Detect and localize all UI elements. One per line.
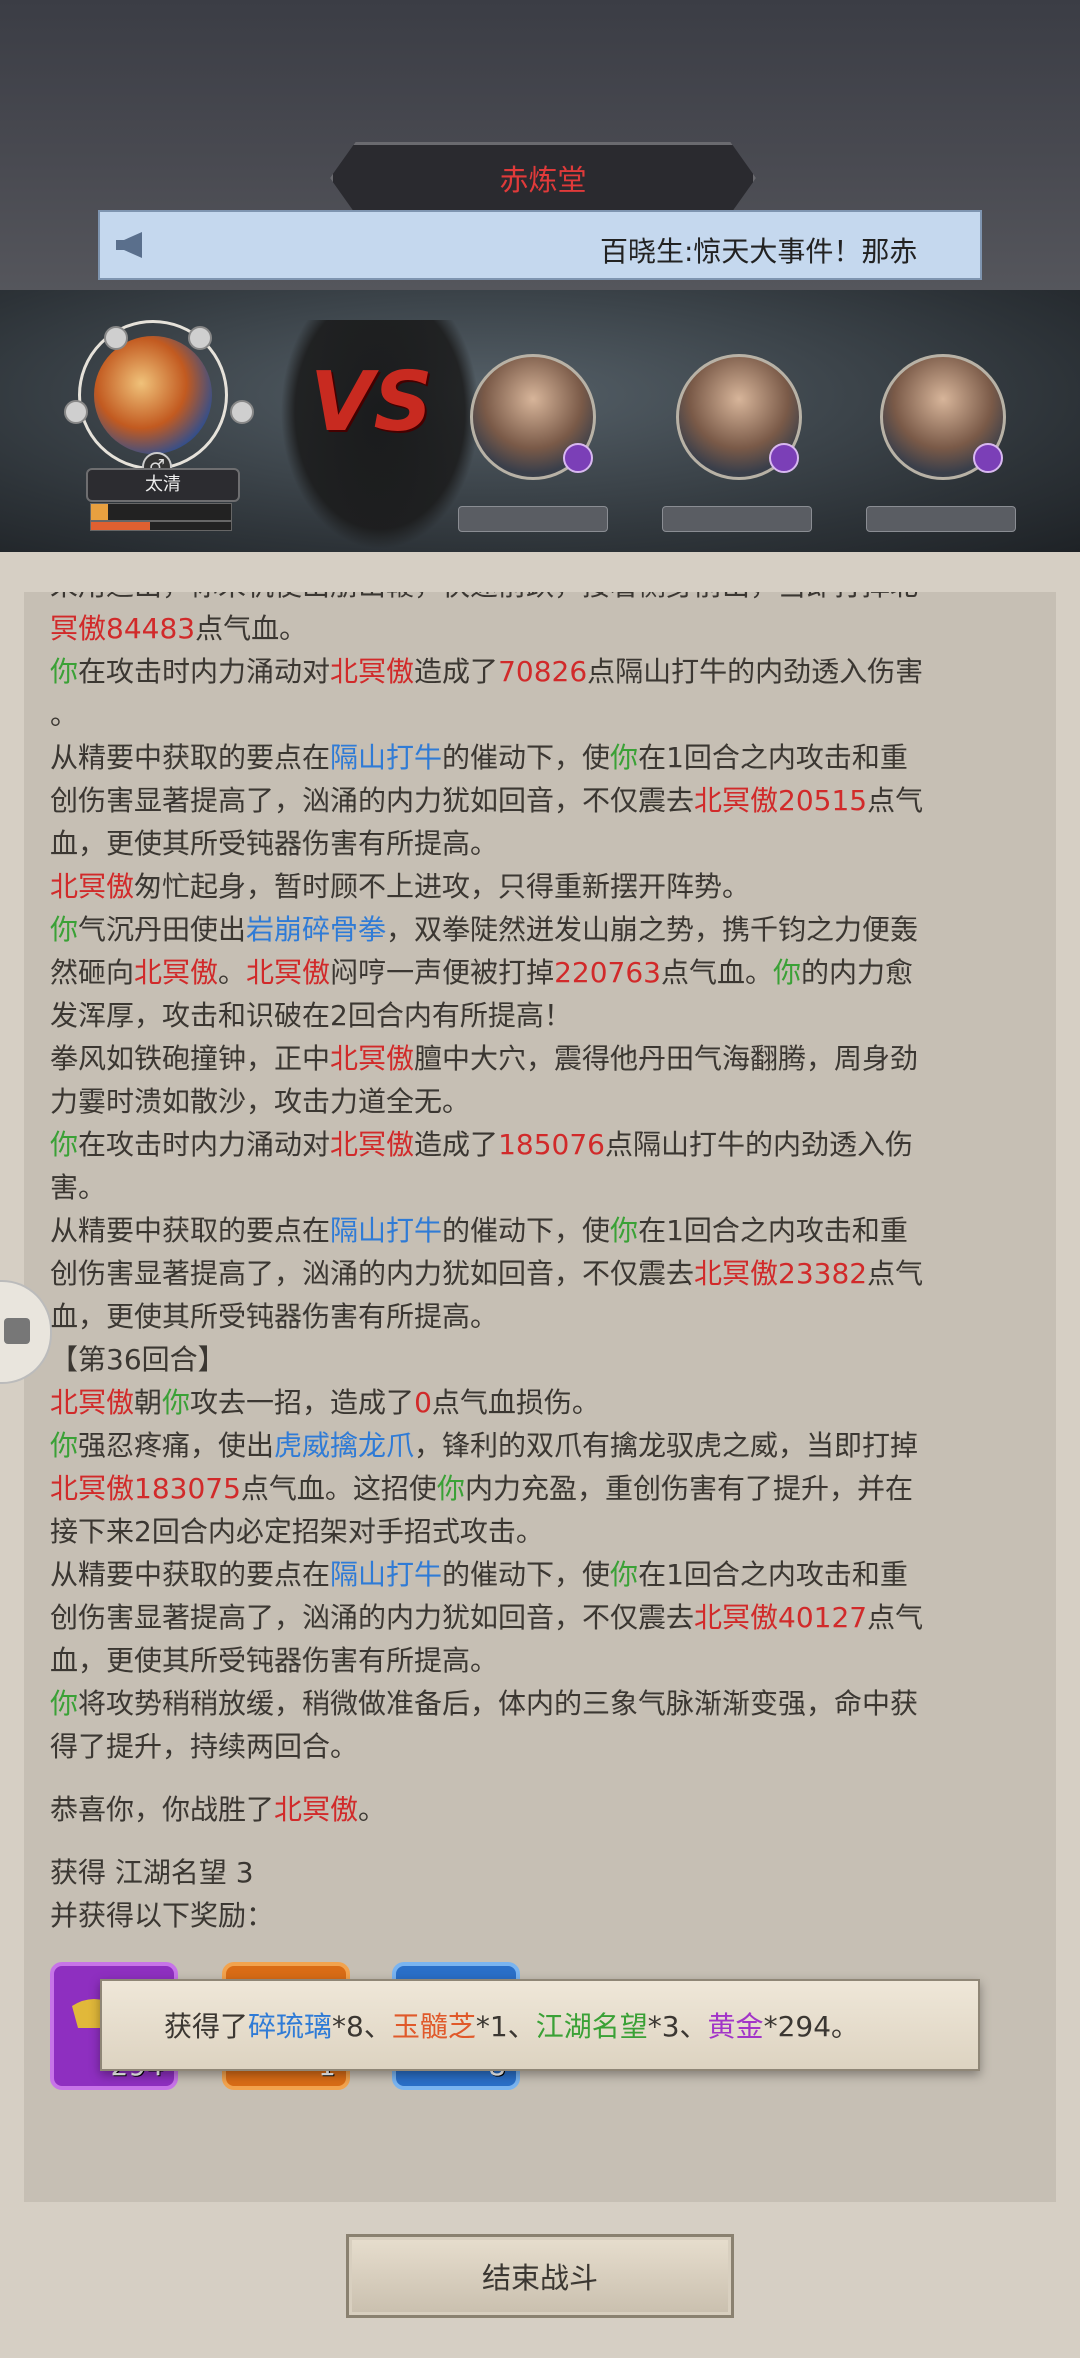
log-line: 创伤害显著提高了，汹涌的内力犹如回音，不仅震去北冥傲40127点气 (50, 1601, 924, 1634)
toast-item: 江湖名望 (535, 2010, 648, 2043)
log-line: 北冥傲183075点气血。这招使你内力充盈，重创伤害有了提升，并在 (50, 1472, 913, 1505)
enemy-avatar-2[interactable] (676, 354, 802, 480)
log-line: 创伤害显著提高了，汹涌的内力犹如回音，不仅震去北冥傲20515点气 (50, 784, 924, 817)
buff-slot-icon (230, 400, 254, 424)
log-line: 血，更使其所受钝器伤害有所提高。 (50, 1644, 499, 1677)
reward-toast: 获得了 碎琉璃 *8、 玉髓芝 *1、 江湖名望 *3、 黄金 *294。 (100, 1979, 980, 2071)
log-line: 冥傲84483点气血。 (50, 612, 308, 645)
log-line: 。 (50, 698, 79, 731)
log-line: 力霎时溃如散沙，攻击力道全无。 (50, 1085, 471, 1118)
round-header: 【第36回合】 (50, 1343, 226, 1376)
location-title: 赤炼堂 (499, 163, 587, 197)
enemy-hp-bar-3 (866, 506, 1016, 532)
log-line: 从精要中获取的要点在隔山打牛的催动下，使你在1回合之内攻击和重 (50, 1558, 908, 1591)
toast-item: 黄金 (707, 2010, 764, 2043)
log-line: 北冥傲朝你攻去一招，造成了0点气血损伤。 (50, 1386, 600, 1419)
log-line: 你在攻击时内力涌动对北冥傲造成了70826点隔山打牛的内劲透入伤害 (50, 655, 924, 688)
victory-line: 恭喜你，你战胜了北冥傲。 (50, 1793, 387, 1826)
rank-badge-icon (563, 443, 593, 473)
battle-log-text: 采用适出，你末机使出崩山鞭，快速前跃，接着侧身前出，当即打掉北 冥傲84483点… (50, 592, 1040, 1937)
log-line: 发浑厚，攻击和识破在2回合内有所提高！ (50, 999, 572, 1032)
log-line: 从精要中获取的要点在隔山打牛的催动下，使你在1回合之内攻击和重 (50, 1214, 908, 1247)
toast-item: 玉髓芝 (391, 2010, 476, 2043)
toast-qty: *294。 (763, 2010, 860, 2043)
rewards-header: 并获得以下奖励： (50, 1899, 275, 1932)
log-line: 然砸向北冥傲。北冥傲闷哼一声便被打掉220763点气血。你的内力愈 (50, 956, 914, 989)
log-line: 害。 (50, 1171, 107, 1204)
toast-qty: *3、 (647, 2010, 708, 2043)
megaphone-icon (116, 232, 142, 258)
log-line: 创伤害显著提高了，汹涌的内力犹如回音，不仅震去北冥傲23382点气 (50, 1257, 924, 1290)
log-line: 从精要中获取的要点在隔山打牛的催动下，使你在1回合之内攻击和重 (50, 741, 908, 774)
enemy-hp-bar-2 (662, 506, 812, 532)
rank-badge-icon (769, 443, 799, 473)
buff-slot-icon (64, 400, 88, 424)
player-name: 太清 (86, 468, 240, 502)
reputation-line: 获得 江湖名望 3 (50, 1856, 254, 1889)
toast-prefix: 获得了 (164, 2010, 249, 2043)
enemy-avatar-1[interactable] (470, 354, 596, 480)
log-line: 拳风如铁砲撞钟，正中北冥傲膻中大穴，震得他丹田气海翻腾，周身劲 (50, 1042, 919, 1075)
player-avatar[interactable]: ♂ (64, 320, 254, 482)
log-line: 得了提升，持续两回合。 (50, 1730, 359, 1763)
log-line: 北冥傲匆忙起身，暂时顾不上进攻，只得重新摆开阵势。 (50, 870, 751, 903)
announcement-marquee[interactable]: 百晓生:惊天大事件！那赤 (98, 210, 982, 280)
enemy-hp-bar-1 (458, 506, 608, 532)
log-line: 血，更使其所受钝器伤害有所提高。 (50, 1300, 499, 1333)
battle-log-panel[interactable]: 采用适出，你末机使出崩山鞭，快速前跃，接着侧身前出，当即打掉北 冥傲84483点… (24, 592, 1056, 2202)
puzzle-icon (4, 1318, 30, 1344)
log-line: 你气沉丹田使出岩崩碎骨拳，双拳陡然迸发山崩之势，携千钧之力便轰 (50, 913, 919, 946)
player-portrait (94, 336, 212, 454)
log-line: 你强忍疼痛，使出虎威擒龙爪，锋利的双爪有擒龙驭虎之威，当即打掉 (50, 1429, 919, 1462)
log-line: 接下来2回合内必定招架对手招式攻击。 (50, 1515, 544, 1548)
toast-qty: *1、 (475, 2010, 536, 2043)
buff-slot-icon (188, 326, 212, 350)
toast-qty: *8、 (332, 2010, 392, 2043)
player-energy-bar (90, 521, 232, 531)
player-hp-bar (90, 503, 232, 521)
buff-slot-icon (104, 326, 128, 350)
log-line: 采用适出，你末机使出崩山鞭，快速前跃，接着侧身前出，当即打掉北 (50, 592, 1040, 607)
log-line: 你将攻势稍稍放缓，稍微做准备后，体内的三象气脉渐渐变强，命中获 (50, 1687, 919, 1720)
marquee-text: 百晓生:惊天大事件！那赤 (600, 235, 918, 268)
end-battle-button[interactable]: 结束战斗 (346, 2234, 734, 2318)
location-title-plate: 赤炼堂 (330, 142, 756, 214)
log-line: 血，更使其所受钝器伤害有所提高。 (50, 827, 499, 860)
versus-label: VS (310, 355, 433, 450)
log-line: 你在攻击时内力涌动对北冥傲造成了185076点隔山打牛的内劲透入伤 (50, 1128, 913, 1161)
enemy-avatar-3[interactable] (880, 354, 1006, 480)
rank-badge-icon (973, 443, 1003, 473)
toast-item: 碎琉璃 (248, 2010, 333, 2043)
